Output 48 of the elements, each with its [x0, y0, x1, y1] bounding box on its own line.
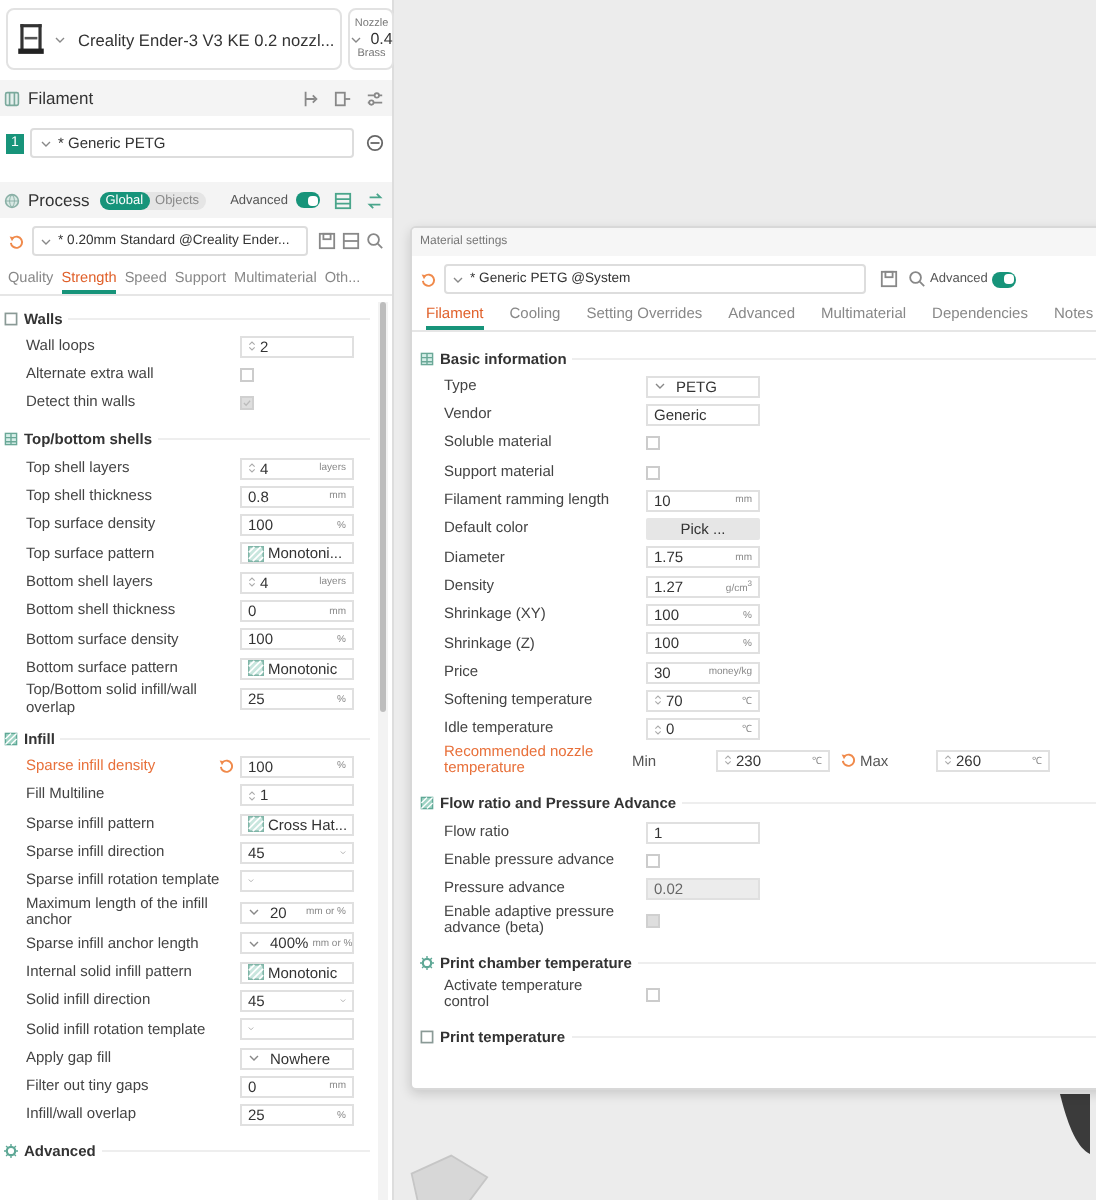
- caret-icon: [654, 382, 666, 391]
- caret-icon: [248, 1054, 260, 1063]
- grid-icon: [420, 351, 434, 365]
- reset-icon[interactable]: [218, 758, 234, 775]
- gear-icon: [4, 1144, 18, 1159]
- caret-icon: [40, 237, 52, 245]
- minus-circle-icon[interactable]: [366, 134, 384, 152]
- spool-icon: [4, 89, 20, 107]
- square-icon: [420, 1030, 434, 1045]
- panel-title: Process: [28, 190, 90, 210]
- reset-icon[interactable]: [420, 271, 436, 287]
- panel-title: Filament: [28, 88, 94, 108]
- save-icon[interactable]: [880, 270, 898, 288]
- sliders-icon[interactable]: [366, 89, 384, 107]
- caret-icon: [40, 139, 52, 147]
- caret-icon: [248, 908, 260, 917]
- checkbox[interactable]: [646, 465, 660, 480]
- dropdown[interactable]: [240, 870, 354, 893]
- scrollbar-thumb[interactable]: [380, 302, 386, 712]
- dropdown[interactable]: [240, 1018, 354, 1041]
- pattern-icon: [248, 660, 264, 677]
- advanced-toggle[interactable]: [296, 192, 320, 208]
- table-icon[interactable]: [334, 191, 352, 209]
- pattern-icon: [248, 964, 264, 981]
- globe-icon: [4, 191, 20, 209]
- caret-icon: [452, 275, 464, 283]
- search-icon[interactable]: [366, 232, 384, 250]
- hatched-square-icon: [420, 796, 434, 811]
- reset-icon[interactable]: [8, 233, 24, 249]
- printer-icon: [14, 22, 48, 56]
- pattern-icon: [248, 545, 264, 562]
- caret-icon: [248, 939, 260, 948]
- caret-icon: [350, 35, 363, 43]
- swap-icon[interactable]: [366, 191, 384, 209]
- pattern-icon: [248, 816, 264, 832]
- gear-icon: [420, 956, 434, 971]
- checkbox[interactable]: [646, 436, 660, 451]
- save-icon[interactable]: [318, 232, 336, 250]
- caret-icon: [54, 35, 66, 43]
- nozzle-size: 0.4: [370, 30, 393, 48]
- checkbox[interactable]: [646, 987, 660, 1002]
- grid-icon: [4, 432, 18, 447]
- checkbox[interactable]: [646, 853, 660, 868]
- advanced-toggle[interactable]: [991, 271, 1016, 287]
- reset-icon[interactable]: [840, 752, 856, 769]
- checkbox[interactable]: [240, 367, 254, 382]
- model-part-drawing: [1060, 1088, 1090, 1160]
- search-icon[interactable]: [908, 270, 926, 288]
